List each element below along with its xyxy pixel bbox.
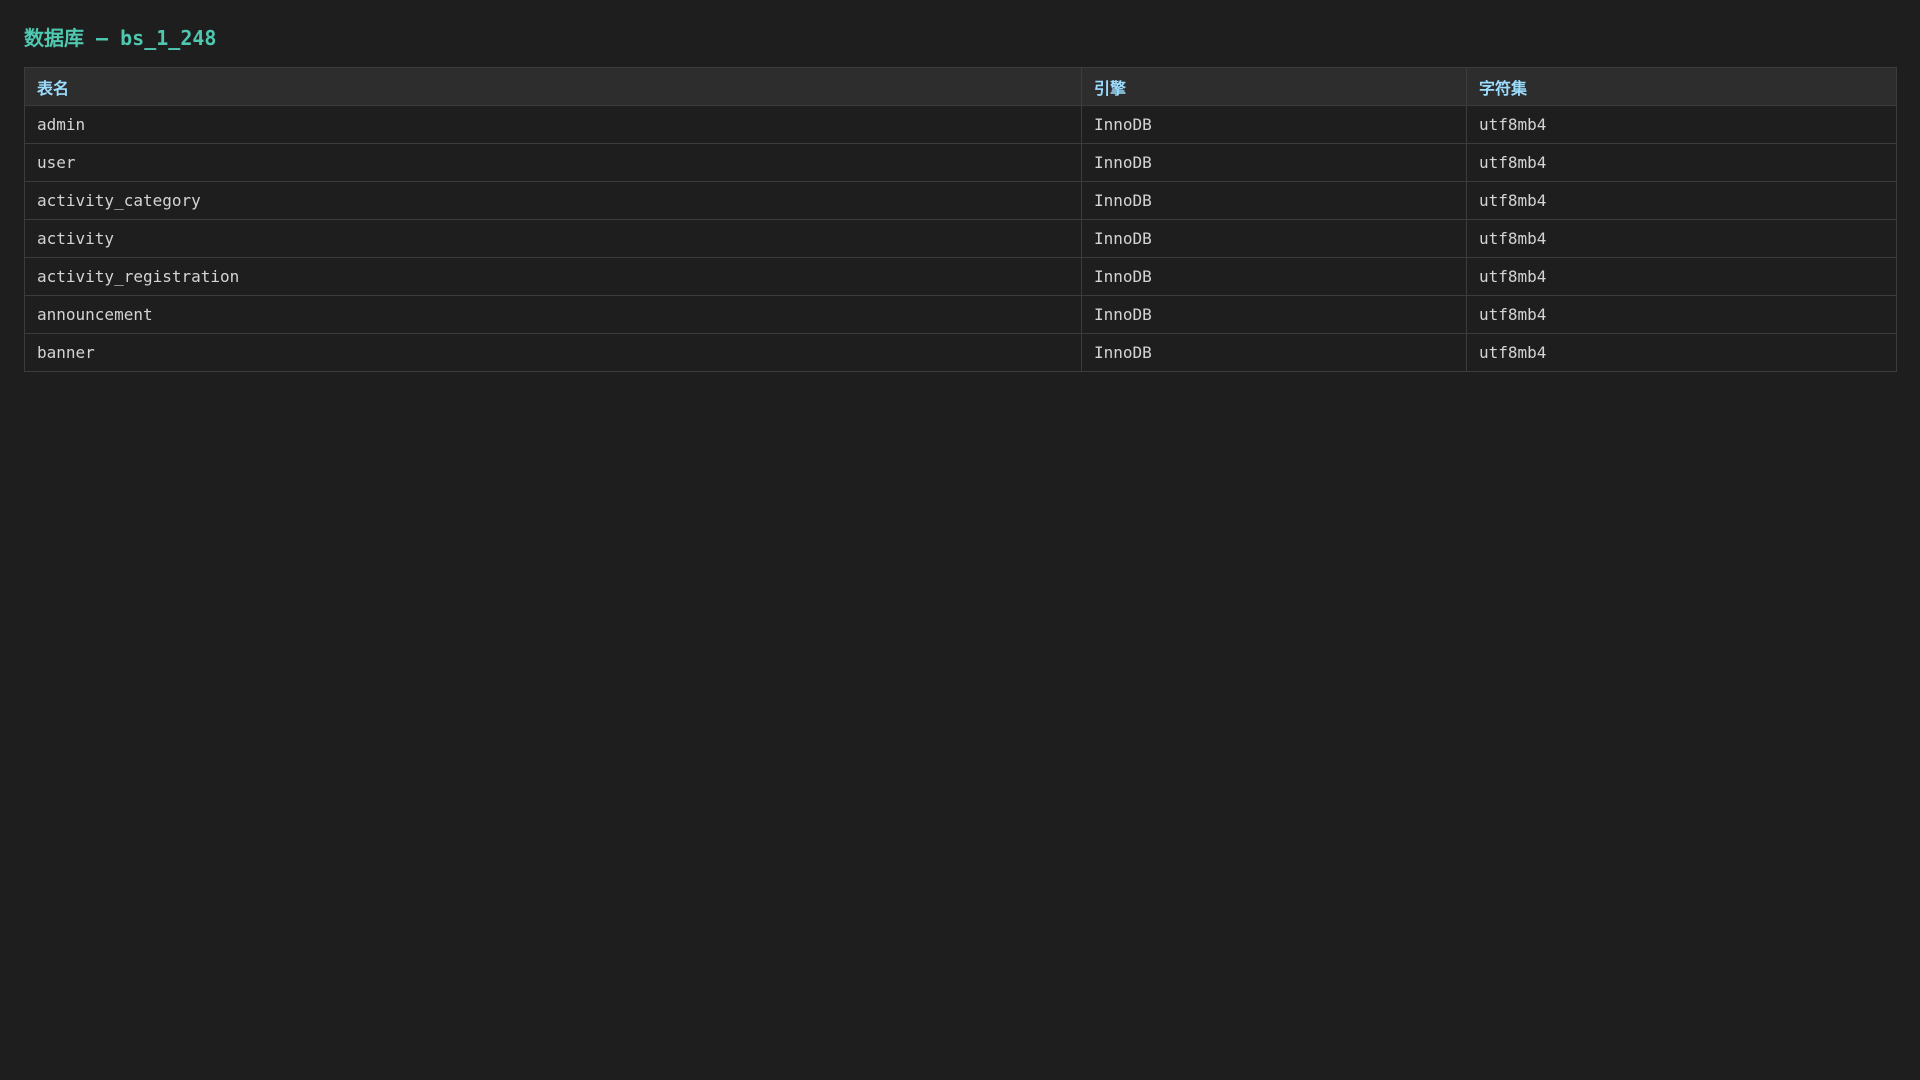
column-header-charset: 字符集	[1466, 67, 1897, 106]
charset-cell: utf8mb4	[1466, 219, 1897, 258]
table-row: user InnoDB utf8mb4	[24, 143, 1897, 182]
engine-cell: InnoDB	[1081, 333, 1467, 372]
database-name: bs_1_248	[120, 26, 217, 50]
charset-cell: utf8mb4	[1466, 105, 1897, 144]
table-row: activity_registration InnoDB utf8mb4	[24, 257, 1897, 296]
charset-cell: utf8mb4	[1466, 295, 1897, 334]
table-name-cell: user	[24, 143, 1082, 182]
table-row: admin InnoDB utf8mb4	[24, 105, 1897, 144]
charset-cell: utf8mb4	[1466, 181, 1897, 220]
engine-cell: InnoDB	[1081, 105, 1467, 144]
column-header-table-name: 表名	[24, 67, 1082, 106]
table-name-cell: activity_registration	[24, 257, 1082, 296]
charset-cell: utf8mb4	[1466, 333, 1897, 372]
page-title-prefix: 数据库 —	[24, 26, 121, 50]
table-name-cell: activity_category	[24, 181, 1082, 220]
table-row: activity_category InnoDB utf8mb4	[24, 181, 1897, 220]
table-row: announcement InnoDB utf8mb4	[24, 295, 1897, 334]
engine-cell: InnoDB	[1081, 143, 1467, 182]
table-name-cell: activity	[24, 219, 1082, 258]
column-header-engine: 引擎	[1081, 67, 1467, 106]
table-name-cell: announcement	[24, 295, 1082, 334]
page: 数据库 — bs_1_248 表名 引擎 字符集 admin InnoDB ut…	[24, 24, 1897, 372]
engine-cell: InnoDB	[1081, 295, 1467, 334]
table-name-cell: admin	[24, 105, 1082, 144]
page-title: 数据库 — bs_1_248	[24, 24, 1896, 52]
tables-table: 表名 引擎 字符集 admin InnoDB utf8mb4 user Inno…	[24, 67, 1897, 372]
engine-cell: InnoDB	[1081, 181, 1467, 220]
table-name-cell: banner	[24, 333, 1082, 372]
table-row: banner InnoDB utf8mb4	[24, 333, 1897, 372]
table-row: activity InnoDB utf8mb4	[24, 219, 1897, 258]
table-header-row: 表名 引擎 字符集	[24, 67, 1897, 106]
engine-cell: InnoDB	[1081, 219, 1467, 258]
engine-cell: InnoDB	[1081, 257, 1467, 296]
charset-cell: utf8mb4	[1466, 257, 1897, 296]
charset-cell: utf8mb4	[1466, 143, 1897, 182]
